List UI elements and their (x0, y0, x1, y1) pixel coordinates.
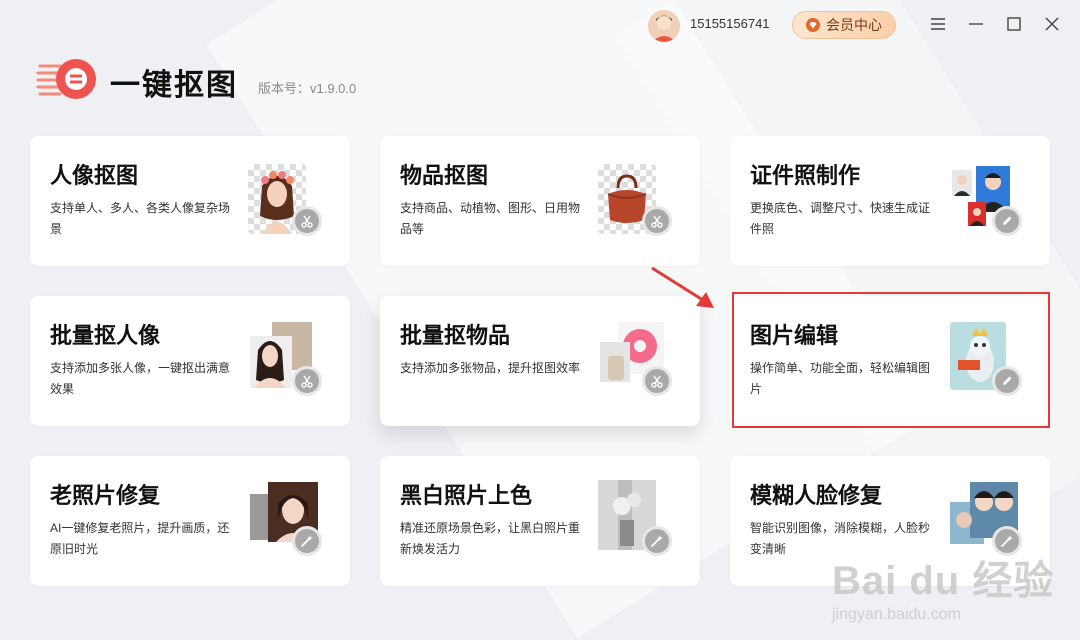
pencil-icon (1003, 216, 1012, 225)
card-title: 模糊人脸修复 (750, 483, 883, 508)
vip-center-label: 会员中心 (826, 17, 882, 33)
card-old-photo-repair[interactable]: 老照片修复 AI一键修复老照片，提升画质，还原旧时光 (30, 456, 350, 586)
user-phone[interactable]: 15155156741 (690, 16, 770, 31)
maximize-icon (1007, 17, 1021, 31)
card-title: 图片编辑 (750, 323, 839, 348)
card-desc: AI一键修复老照片，提升画质，还原旧时光 (50, 521, 230, 556)
title-bar: 15155156741 会员中心 (0, 0, 1080, 50)
card-portrait-cutout[interactable]: 人像抠图 支持单人、多人、各类人像复杂场景 (30, 136, 350, 266)
watermark-line2: jingyan.baidu.com (832, 606, 961, 623)
card-desc: 操作简单、功能全面，轻松编辑图片 (750, 361, 931, 396)
close-icon (1045, 17, 1059, 31)
card-object-cutout[interactable]: 物品抠图 支持商品、动植物、图形、日用物品等 (380, 136, 700, 266)
minimize-button[interactable] (966, 14, 986, 34)
card-colorize-photo[interactable]: 黑白照片上色 精准还原场景色彩，让黑白照片重新焕发活力 (380, 456, 700, 586)
annotation-arrow-icon (651, 266, 714, 308)
card-batch-object[interactable]: 批量抠物品 支持添加多张物品，提升抠图效率 (380, 296, 700, 426)
card-desc: 智能识别图像，消除模糊，人脸秒变清晰 (750, 521, 931, 556)
card-title: 人像抠图 (50, 163, 139, 188)
gem-icon (806, 18, 820, 32)
scissors-icon (301, 375, 313, 388)
scissors-icon (301, 215, 313, 228)
scissors-badge (642, 206, 672, 236)
scissors-icon (651, 215, 663, 228)
scissors-badge (642, 366, 672, 396)
card-desc: 支持添加多张人像，一键抠出满意效果 (50, 361, 231, 396)
scissors-icon (651, 375, 663, 388)
card-id-photo[interactable]: 证件照制作 更换底色、调整尺寸、快速生成证件照 (730, 136, 1050, 266)
card-title: 老照片修复 (50, 483, 161, 508)
card-batch-portrait[interactable]: 批量抠人像 支持添加多张人像，一键抠出满意效果 (30, 296, 350, 426)
card-desc: 支持商品、动植物、图形、日用物品等 (400, 201, 581, 236)
minimize-icon (969, 23, 983, 25)
card-title: 批量抠物品 (400, 323, 511, 348)
pencil-badge (992, 366, 1022, 396)
scissors-badge (292, 366, 322, 396)
menu-icon (931, 18, 945, 30)
card-title: 物品抠图 (400, 163, 489, 188)
card-desc: 更换底色、调整尺寸、快速生成证件照 (750, 201, 931, 236)
card-desc: 支持单人、多人、各类人像复杂场景 (50, 201, 231, 236)
menu-button[interactable] (928, 14, 948, 34)
card-desc: 精准还原场景色彩，让黑白照片重新焕发活力 (400, 521, 581, 556)
card-title: 证件照制作 (750, 163, 861, 188)
wand-badge (992, 526, 1022, 556)
close-button[interactable] (1042, 14, 1062, 34)
app-logo-icon (36, 59, 96, 99)
card-title: 批量抠人像 (50, 323, 161, 348)
pencil-icon (1003, 376, 1012, 385)
card-image-edit[interactable]: 图片编辑 操作简单、功能全面，轻松编辑图片 (730, 296, 1050, 426)
scissors-badge (292, 206, 322, 236)
card-title: 黑白照片上色 (400, 483, 533, 508)
wand-icon (301, 535, 313, 547)
wand-badge (292, 526, 322, 556)
maximize-button[interactable] (1004, 14, 1024, 34)
vip-center-button[interactable]: 会员中心 (792, 11, 896, 39)
app-title: 一键抠图 (110, 69, 238, 102)
wand-badge (642, 526, 672, 556)
app-version: 版本号：v1.9.0.0 (258, 81, 357, 96)
user-avatar[interactable] (648, 10, 680, 42)
wand-icon (1001, 535, 1013, 547)
card-desc: 支持添加多张物品，提升抠图效率 (400, 361, 581, 375)
wand-icon (651, 535, 663, 547)
card-blurry-face-repair[interactable]: 模糊人脸修复 智能识别图像，消除模糊，人脸秒变清晰 (730, 456, 1050, 586)
pencil-badge (992, 206, 1022, 236)
